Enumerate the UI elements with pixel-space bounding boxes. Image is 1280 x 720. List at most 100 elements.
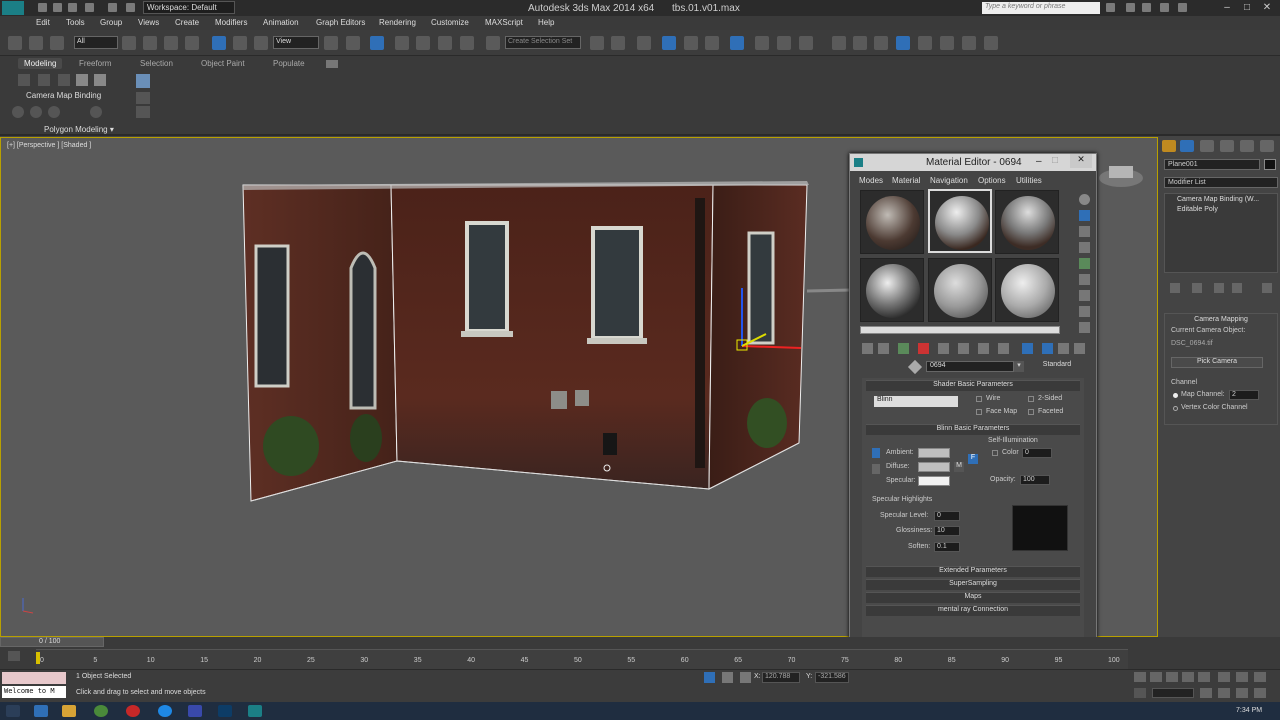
close-icon[interactable]: ✕ xyxy=(1260,2,1274,14)
tray-clock[interactable]: 7:34 PM xyxy=(1236,707,1262,714)
lock-ambient-icon[interactable] xyxy=(872,448,880,458)
create-tab-icon[interactable] xyxy=(1162,140,1176,152)
object-name-field[interactable]: Plane001 xyxy=(1164,159,1260,170)
tab-freeform[interactable]: Freeform xyxy=(79,59,111,68)
material-navigator-icon[interactable] xyxy=(1079,322,1090,333)
supersampling-rollout[interactable]: SuperSampling xyxy=(866,579,1080,590)
tab-modeling[interactable]: Modeling xyxy=(18,58,63,69)
pan-icon[interactable] xyxy=(1254,672,1266,682)
stack-item-camera-map-binding[interactable]: Camera Map Binding (W... xyxy=(1177,196,1259,203)
lock-button[interactable]: F xyxy=(968,454,978,464)
tab-populate[interactable]: Populate xyxy=(273,59,305,68)
isolate-icon[interactable] xyxy=(704,672,715,683)
time-config-icon[interactable] xyxy=(1200,688,1212,698)
sample-type-icon[interactable] xyxy=(1079,194,1090,205)
self-illum-spinner[interactable]: 0 xyxy=(1022,448,1052,458)
material-name-field[interactable]: 0694 xyxy=(926,361,1014,372)
material-id-icon[interactable] xyxy=(998,343,1009,354)
menu-maxscript[interactable]: MAXScript xyxy=(485,18,523,27)
slots-scrollbar[interactable] xyxy=(860,326,1060,334)
material-name-dropdown[interactable]: ▾ xyxy=(1014,361,1024,372)
map-channel-spinner[interactable]: 2 xyxy=(1229,390,1259,400)
redo-icon[interactable] xyxy=(108,3,117,12)
scale-icon[interactable] xyxy=(254,36,268,50)
extra-tool-5-icon[interactable] xyxy=(918,36,932,50)
ribbon-item-camera-map-binding[interactable]: Camera Map Binding xyxy=(26,91,101,100)
menu-customize[interactable]: Customize xyxy=(431,18,469,27)
sample-slot-4[interactable] xyxy=(860,258,924,322)
track-bar-icon[interactable] xyxy=(8,651,20,661)
vertex-color-radio[interactable] xyxy=(1173,406,1178,411)
soften-spinner[interactable]: 0.1 xyxy=(934,542,960,552)
modify-tab-icon[interactable] xyxy=(1180,140,1194,152)
camera-mapping-header[interactable]: Camera Mapping xyxy=(1165,316,1277,323)
material-type-button[interactable]: Standard xyxy=(1034,361,1080,372)
show-end-result-icon[interactable] xyxy=(1192,283,1202,293)
lock-diffuse-icon[interactable] xyxy=(872,464,880,474)
angle-snap-icon[interactable] xyxy=(416,36,430,50)
selection-filter-dropdown[interactable]: All xyxy=(74,36,118,49)
menu-rendering[interactable]: Rendering xyxy=(379,18,416,27)
zoom-icon[interactable] xyxy=(1218,672,1230,682)
next-frame-icon[interactable] xyxy=(1182,672,1194,682)
unlink-icon[interactable] xyxy=(29,36,43,50)
glossiness-spinner[interactable]: 10 xyxy=(934,526,960,536)
video-color-icon[interactable] xyxy=(1079,258,1090,269)
face-map-checkbox[interactable] xyxy=(976,409,982,415)
tool-f-icon[interactable] xyxy=(12,106,24,118)
help-icon[interactable] xyxy=(1178,3,1187,12)
wire-checkbox[interactable] xyxy=(976,396,982,402)
remove-modifier-icon[interactable] xyxy=(1232,283,1242,293)
menu-create[interactable]: Create xyxy=(175,18,199,27)
make-unique-mat-icon[interactable] xyxy=(958,343,969,354)
assign-material-icon[interactable] xyxy=(898,343,909,354)
extra-tool-7-icon[interactable] xyxy=(962,36,976,50)
menu-animation[interactable]: Animation xyxy=(263,18,299,27)
sample-slot-6[interactable] xyxy=(995,258,1059,322)
self-illum-color-checkbox[interactable] xyxy=(992,450,998,456)
fov-icon[interactable] xyxy=(1218,688,1230,698)
modifier-stack[interactable]: Camera Map Binding (W... Editable Poly xyxy=(1164,193,1278,273)
play-icon[interactable] xyxy=(1166,672,1178,682)
make-unique-icon[interactable] xyxy=(1214,283,1224,293)
extra-tool-4-icon[interactable] xyxy=(896,36,910,50)
tool-c-icon[interactable] xyxy=(58,74,70,86)
extra-tool-3-icon[interactable] xyxy=(874,36,888,50)
pin-stack-icon[interactable] xyxy=(1170,283,1180,293)
sample-slot-2[interactable] xyxy=(928,189,992,253)
undo-icon[interactable] xyxy=(85,3,94,12)
select-manipulate-icon[interactable] xyxy=(346,36,360,50)
rotate-icon[interactable] xyxy=(233,36,247,50)
medit-close-icon[interactable]: ✕ xyxy=(1070,154,1092,168)
maxscript-listener-input[interactable] xyxy=(2,672,66,684)
make-copy-icon[interactable] xyxy=(938,343,949,354)
ambient-swatch[interactable] xyxy=(918,448,950,458)
render-production-icon[interactable] xyxy=(799,36,813,50)
menu-views[interactable]: Views xyxy=(138,18,159,27)
map-channel-radio[interactable] xyxy=(1173,393,1178,398)
shader-dropdown[interactable]: Blinn xyxy=(874,396,958,407)
percent-snap-icon[interactable] xyxy=(438,36,452,50)
ribbon-side-btn-1[interactable] xyxy=(136,74,150,88)
save-icon[interactable] xyxy=(68,3,77,12)
render-setup-icon[interactable] xyxy=(755,36,769,50)
snap-toggle-icon[interactable] xyxy=(395,36,409,50)
medit-maximize-icon[interactable]: □ xyxy=(1052,155,1058,166)
diffuse-swatch[interactable] xyxy=(918,462,950,472)
display-tab-icon[interactable] xyxy=(1240,140,1254,152)
tab-selection[interactable]: Selection xyxy=(140,59,173,68)
get-material-icon[interactable] xyxy=(862,343,873,354)
sample-slot-5[interactable] xyxy=(928,258,992,322)
extra-tool-8-icon[interactable] xyxy=(984,36,998,50)
object-color-swatch[interactable] xyxy=(1264,159,1276,170)
menu-material[interactable]: Material xyxy=(892,176,920,185)
rect-selection-icon[interactable] xyxy=(164,36,178,50)
ribbon-side-btn-2[interactable] xyxy=(136,92,150,104)
menu-utilities[interactable]: Utilities xyxy=(1016,176,1042,185)
frame-field[interactable] xyxy=(1152,688,1194,698)
pivot-center-icon[interactable] xyxy=(324,36,338,50)
menu-group[interactable]: Group xyxy=(100,18,122,27)
material-editor-titlebar[interactable]: Material Editor - 0694 – □ ✕ xyxy=(850,154,1096,171)
faceted-checkbox[interactable] xyxy=(1028,409,1034,415)
select-object-icon[interactable] xyxy=(122,36,136,50)
